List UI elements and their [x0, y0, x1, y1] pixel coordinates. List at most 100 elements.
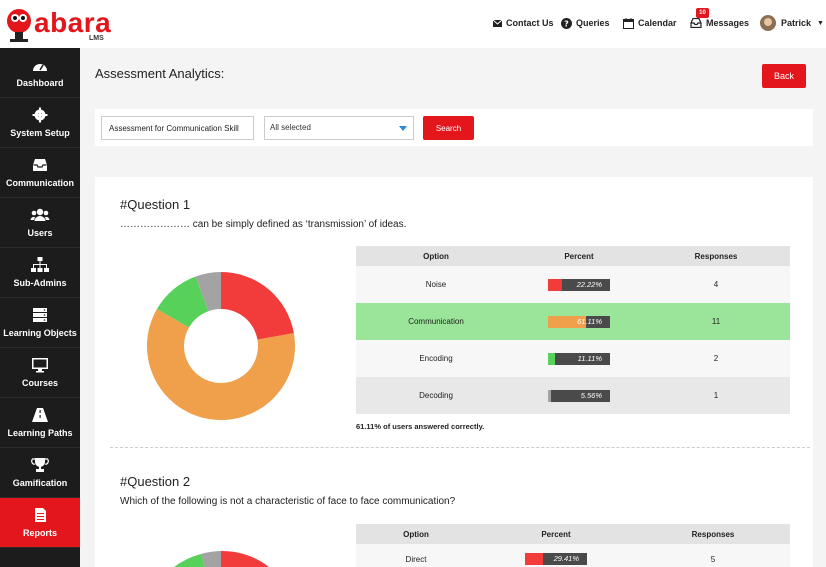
sidebar-item-label: Learning Objects: [3, 328, 77, 338]
option-header: Option: [356, 246, 516, 266]
sidebar-item-learning-paths[interactable]: Learning Paths: [0, 398, 80, 448]
sidebar-item-label: Dashboard: [16, 78, 64, 88]
avatar[interactable]: [760, 15, 776, 31]
table-row: Direct 29.41% 5: [356, 544, 790, 567]
percent-text: 29.41%: [553, 554, 579, 563]
users-icon: [30, 208, 50, 221]
messages-count-badge: 10: [696, 8, 709, 18]
donut-slice: [221, 550, 269, 567]
percent-text: 61.11%: [577, 316, 602, 326]
donut-slice: [174, 554, 205, 567]
sidebar-item-label: Gamification: [12, 478, 68, 488]
sitemap-icon: [31, 257, 49, 272]
responses-cell: 5: [636, 544, 790, 567]
option-header: Option: [356, 524, 476, 544]
search-button[interactable]: Search: [423, 116, 474, 140]
sidebar-item-communication[interactable]: Communication: [0, 148, 80, 198]
sidebar-item-users[interactable]: Users: [0, 198, 80, 248]
responses-cell: 1: [642, 377, 790, 414]
options-select[interactable]: All selected: [264, 116, 414, 140]
sidebar-item-sub-admins[interactable]: Sub-Admins: [0, 248, 80, 298]
sidebar-item-courses[interactable]: Courses: [0, 348, 80, 398]
table-header-row: Option Percent Responses: [356, 524, 790, 544]
nav-contact-us[interactable]: Contact Us: [493, 14, 554, 32]
table-row: Decoding 5.56% 1: [356, 377, 790, 414]
stack-icon: [33, 308, 47, 322]
question-2-text: Which of the following is not a characte…: [120, 496, 456, 507]
percent-cell: 29.41%: [476, 544, 636, 567]
percent-bar: 22.22%: [548, 278, 610, 291]
brand-logo[interactable]: abara LMS: [4, 3, 111, 45]
percent-bar-fill: [548, 352, 555, 365]
percent-text: 5.56%: [580, 390, 602, 400]
sidebar-item-label: Courses: [21, 378, 58, 388]
percent-bar-fill: [525, 553, 544, 565]
percent-cell: 5.56%: [516, 377, 642, 414]
percent-bar: 61.11%: [548, 315, 610, 328]
inbox-icon: [690, 18, 702, 28]
monitor-icon: [32, 358, 48, 373]
question-2-donut-chart: [174, 550, 269, 567]
percent-bar: 29.41%: [525, 553, 587, 565]
responses-header: Responses: [636, 524, 790, 544]
page-title: Assessment Analytics:: [95, 66, 225, 81]
option-cell: Communication: [356, 303, 516, 340]
dashboard-icon: [33, 64, 47, 71]
caret-down-icon: [399, 126, 407, 131]
question-2-table: Option Percent Responses Direct 29.41% 5: [356, 524, 790, 567]
caret-down-icon: ▼: [817, 19, 824, 27]
responses-cell: 2: [642, 340, 790, 377]
table-row: Noise 22.22% 4: [356, 266, 790, 303]
sidebar-item-reports[interactable]: Reports: [0, 498, 80, 548]
percent-cell: 11.11%: [516, 340, 642, 377]
nav-queries[interactable]: ? Queries: [561, 14, 610, 32]
responses-header: Responses: [642, 246, 790, 266]
sidebar-item-label: Reports: [22, 528, 57, 538]
question-2-title: #Question 2: [120, 474, 191, 489]
calendar-icon: [623, 17, 634, 29]
percent-bar: 11.11%: [548, 352, 610, 365]
table-row-correct: Communication 61.11% 11: [356, 303, 790, 340]
percent-header: Percent: [476, 524, 636, 544]
top-bar: abara LMS Contact Us ? Queries Calendar …: [0, 0, 826, 48]
option-cell: Decoding: [356, 377, 516, 414]
question-1-summary: 61.11% of users answered correctly.: [356, 422, 485, 431]
nav-calendar[interactable]: Calendar: [623, 14, 677, 32]
question-icon: ?: [561, 17, 572, 29]
percent-bar: 5.56%: [548, 389, 610, 402]
sidebar: Dashboard System Setup Communication Use…: [0, 48, 80, 567]
percent-cell: 22.22%: [516, 266, 642, 303]
sidebar-item-dashboard[interactable]: Dashboard: [0, 48, 80, 98]
sidebar-item-label: Sub-Admins: [13, 278, 67, 288]
sidebar-item-label: Communication: [5, 178, 74, 188]
sidebar-item-label: Learning Paths: [7, 428, 73, 438]
svg-text:?: ?: [564, 19, 569, 28]
user-name: Patrick: [781, 18, 812, 28]
assessment-input[interactable]: [101, 116, 254, 140]
question-1-text: ………………… can be simply defined as ‘transm…: [120, 219, 407, 230]
road-icon: [32, 408, 48, 422]
percent-header: Percent: [516, 246, 642, 266]
gear-icon: [32, 107, 48, 123]
question-1-title: #Question 1: [120, 197, 191, 212]
question-1-table: Option Percent Responses Noise 22.22% 4 …: [356, 246, 790, 414]
mascot-icon: [7, 9, 31, 42]
table-row: Encoding 11.11% 2: [356, 340, 790, 377]
responses-cell: 4: [642, 266, 790, 303]
sidebar-item-gamification[interactable]: Gamification: [0, 448, 80, 498]
percent-bar-fill: [548, 278, 562, 291]
report-icon: [35, 508, 46, 522]
percent-text: 11.11%: [577, 353, 602, 363]
sidebar-item-label: Users: [27, 228, 53, 238]
option-cell: Noise: [356, 266, 516, 303]
sidebar-item-system-setup[interactable]: System Setup: [0, 98, 80, 148]
back-button[interactable]: Back: [762, 64, 806, 88]
nav-calendar-label: Calendar: [638, 18, 677, 28]
nav-messages-label: Messages: [706, 18, 750, 28]
sidebar-item-learning-objects[interactable]: Learning Objects: [0, 298, 80, 348]
percent-text: 22.22%: [576, 279, 602, 289]
trophy-icon: [31, 458, 49, 472]
option-cell: Direct: [356, 544, 476, 567]
user-menu[interactable]: Patrick ▼: [781, 14, 824, 32]
option-cell: Encoding: [356, 340, 516, 377]
